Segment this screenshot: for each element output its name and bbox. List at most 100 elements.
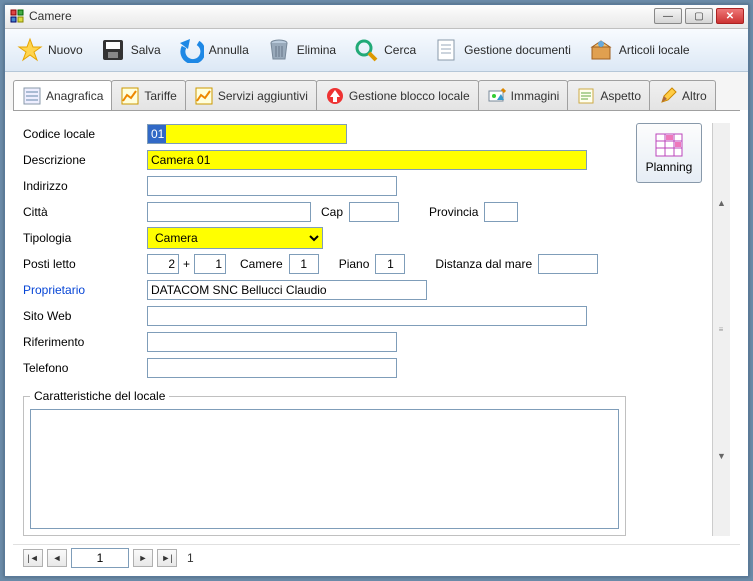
tab-immagini-label: Immagini [511,89,560,103]
scroll-down-icon[interactable]: ▼ [717,451,726,461]
app-icon [9,8,25,24]
posti-letto-label: Posti letto [23,257,147,271]
scrollbar[interactable]: ▲ ≡ ▼ [712,123,730,536]
salva-button[interactable]: Salva [92,32,168,68]
citta-input[interactable] [147,202,311,222]
articoli-locale-label: Articoli locale [619,43,690,57]
note-icon [576,86,596,106]
posti-letto-2-input[interactable] [194,254,226,274]
side-column: Planning [634,123,704,536]
cerca-button[interactable]: Cerca [345,32,423,68]
planning-button[interactable]: Planning [636,123,702,183]
search-icon [352,36,380,64]
tab-anagrafica[interactable]: Anagrafica [13,80,112,110]
toolbar: Nuovo Salva Annulla Elimina Cerca Gestio… [5,29,748,73]
provincia-label: Provincia [429,205,478,219]
star-icon [16,36,44,64]
nav-prev-button[interactable]: ◄ [47,549,67,567]
camere-input[interactable] [289,254,319,274]
tab-altro-label: Altro [682,89,707,103]
gestione-documenti-label: Gestione documenti [464,43,571,57]
scroll-up-icon[interactable]: ▲ [717,198,726,208]
piano-input[interactable] [375,254,405,274]
indirizzo-label: Indirizzo [23,179,147,193]
annulla-label: Annulla [209,43,249,57]
minimize-button[interactable]: — [654,8,682,24]
tab-aspetto[interactable]: Aspetto [567,80,650,110]
planning-label: Planning [646,160,693,174]
nav-page-input[interactable] [71,548,129,568]
window-title: Camere [29,9,654,23]
nuovo-label: Nuovo [48,43,83,57]
indirizzo-input[interactable] [147,176,397,196]
codice-locale-label: Codice locale [23,127,147,141]
proprietario-label[interactable]: Proprietario [23,283,147,297]
trash-icon [265,36,293,64]
sito-web-label: Sito Web [23,309,147,323]
tab-immagini[interactable]: Immagini [478,80,569,110]
caratteristiche-legend: Caratteristiche del locale [30,389,169,403]
cap-input[interactable] [349,202,399,222]
nuovo-button[interactable]: Nuovo [9,32,90,68]
tab-servizi-label: Servizi aggiuntivi [218,89,308,103]
tab-tariffe-label: Tariffe [144,89,176,103]
scroll-grip-icon[interactable]: ≡ [719,328,725,331]
tab-blocco[interactable]: Gestione blocco locale [316,80,479,110]
calendar-icon [655,133,683,157]
annulla-button[interactable]: Annulla [170,32,256,68]
nav-total-label: 1 [187,551,194,565]
form-icon [22,86,42,106]
content-panel: Codice locale /* override: make codice s… [13,110,740,544]
tipologia-label: Tipologia [23,231,147,245]
riferimento-input[interactable] [147,332,397,352]
elimina-button[interactable]: Elimina [258,32,343,68]
camere-label: Camere [240,257,283,271]
distanza-mare-input[interactable] [538,254,598,274]
paint-icon [487,86,507,106]
provincia-input[interactable] [484,202,518,222]
citta-label: Città [23,205,147,219]
descrizione-input[interactable] [147,150,587,170]
posti-letto-1-input[interactable] [147,254,179,274]
caratteristiche-fieldset: Caratteristiche del locale [23,389,626,536]
chart-icon [194,86,214,106]
tipologia-select[interactable]: Camera [147,227,323,249]
articoli-locale-button[interactable]: Articoli locale [580,32,697,68]
piano-label: Piano [339,257,370,271]
form-area: Codice locale /* override: make codice s… [23,123,626,536]
telefono-input[interactable] [147,358,397,378]
nav-last-button[interactable]: ►| [157,549,177,567]
plus-label: + [183,257,190,271]
tab-tariffe[interactable]: Tariffe [111,80,185,110]
box-icon [587,36,615,64]
nav-first-button[interactable]: |◄ [23,549,43,567]
window: Camere — ▢ ✕ Nuovo Salva Annulla Elimina… [4,4,749,577]
tab-servizi[interactable]: Servizi aggiuntivi [185,80,317,110]
codice-locale-input[interactable] [147,124,347,144]
riferimento-label: Riferimento [23,335,147,349]
salva-label: Salva [131,43,161,57]
gestione-documenti-button[interactable]: Gestione documenti [425,32,578,68]
pencil-icon [658,86,678,106]
titlebar: Camere — ▢ ✕ [5,5,748,29]
cerca-label: Cerca [384,43,416,57]
nav-next-button[interactable]: ► [133,549,153,567]
proprietario-input[interactable] [147,280,427,300]
telefono-label: Telefono [23,361,147,375]
record-navigator: |◄ ◄ ► ►| 1 [13,544,740,570]
cap-label: Cap [321,205,343,219]
tab-anagrafica-label: Anagrafica [46,89,103,103]
document-icon [432,36,460,64]
undo-icon [177,36,205,64]
tabs: Anagrafica Tariffe Servizi aggiuntivi Ge… [5,72,748,110]
caratteristiche-textarea[interactable] [30,409,619,529]
elimina-label: Elimina [297,43,336,57]
sito-web-input[interactable] [147,306,587,326]
tab-blocco-label: Gestione blocco locale [349,89,470,103]
maximize-button[interactable]: ▢ [685,8,713,24]
floppy-icon [99,36,127,64]
distanza-mare-label: Distanza dal mare [435,257,532,271]
tab-altro[interactable]: Altro [649,80,716,110]
arrow-up-icon [325,86,345,106]
close-button[interactable]: ✕ [716,8,744,24]
